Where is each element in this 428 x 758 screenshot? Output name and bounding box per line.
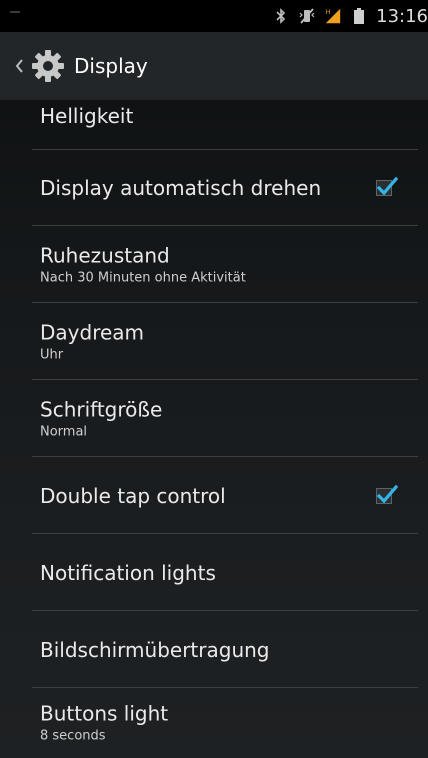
page-title: Display [74, 54, 148, 78]
auto-rotate-checkbox[interactable] [376, 176, 399, 196]
setting-buttons-light[interactable]: Buttons light 8 seconds [0, 688, 428, 758]
setting-title: Double tap control [40, 483, 226, 508]
setting-title: Bildschirmübertragung [40, 637, 270, 662]
setting-title: Buttons light [40, 701, 169, 726]
signal-icon: H [324, 7, 342, 25]
svg-text:H: H [326, 9, 331, 16]
settings-screen: H 13:16 Display Helligkeit Display autom… [0, 0, 428, 758]
setting-subtitle: 8 seconds [40, 728, 106, 744]
setting-daydream[interactable]: Daydream Uhr [0, 303, 428, 380]
setting-title: Helligkeit [40, 104, 134, 128]
status-bar: H 13:16 [0, 0, 428, 32]
bluetooth-icon [272, 7, 290, 25]
setting-notification-lights[interactable]: Notification lights [0, 534, 428, 611]
setting-brightness[interactable]: Helligkeit [0, 100, 428, 150]
gear-icon[interactable] [30, 48, 66, 84]
setting-font-size[interactable]: Schriftgröße Normal [0, 380, 428, 457]
double-tap-checkbox[interactable] [376, 484, 399, 504]
notification-placeholder-icon [10, 9, 20, 13]
setting-auto-rotate[interactable]: Display automatisch drehen [0, 150, 428, 226]
battery-icon [350, 7, 368, 25]
vibrate-mute-icon [298, 7, 316, 25]
setting-title: Schriftgröße [40, 397, 163, 421]
setting-screen-cast[interactable]: Bildschirmübertragung [0, 611, 428, 688]
up-navigation-icon[interactable] [14, 56, 26, 76]
status-icons: H 13:16 [272, 0, 428, 32]
setting-subtitle: Uhr [40, 347, 64, 362]
action-bar: Display [0, 32, 428, 100]
setting-double-tap[interactable]: Double tap control [0, 457, 428, 534]
setting-subtitle: Nach 30 Minuten ohne Aktivität [40, 270, 246, 285]
setting-title: Ruhezustand [40, 243, 170, 267]
setting-title: Display automatisch drehen [40, 176, 322, 200]
setting-title: Notification lights [40, 560, 216, 585]
status-time: 13:16 [376, 5, 428, 27]
setting-subtitle: Normal [40, 424, 88, 439]
settings-list: Helligkeit Display automatisch drehen Ru… [0, 100, 428, 758]
setting-sleep[interactable]: Ruhezustand Nach 30 Minuten ohne Aktivit… [0, 226, 428, 303]
setting-title: Daydream [40, 320, 145, 344]
